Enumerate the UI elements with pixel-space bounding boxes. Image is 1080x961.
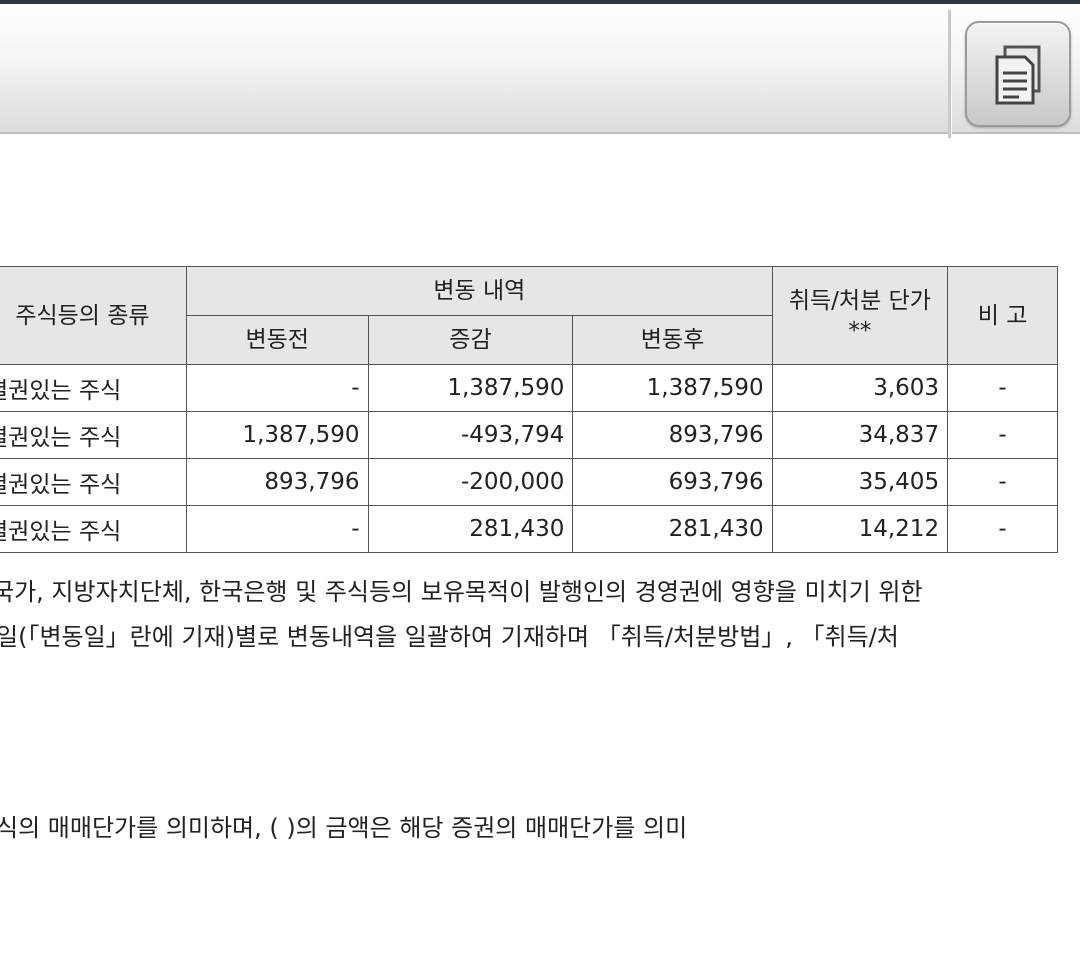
cell-remark: - bbox=[947, 411, 1058, 459]
table-row: 결권있는 주식 - 281,430 281,430 14,212 - bbox=[0, 505, 1058, 553]
cell-before: 1,387,590 bbox=[185, 411, 369, 459]
table-row: 결권있는 주식 - 1,387,590 1,387,590 3,603 - bbox=[0, 364, 1058, 412]
footnote-line-2: 일(「변동일」란에 기재)별로 변동내역을 일괄하여 기재하며 「취득/처분방법… bbox=[0, 623, 899, 651]
cell-change: 1,387,590 bbox=[367, 364, 574, 412]
document-copy-icon bbox=[995, 45, 1041, 105]
cell-change: 281,430 bbox=[367, 505, 574, 553]
cell-before: 893,796 bbox=[185, 458, 369, 506]
header-share-kind: 주식등의 종류 bbox=[0, 266, 187, 365]
cell-before: - bbox=[185, 364, 369, 412]
footnote-line-1: 국가, 지방자치단체, 한국은행 및 주식등의 보유목적이 발행인의 경영권에 … bbox=[0, 578, 923, 606]
top-toolbar bbox=[0, 0, 1080, 138]
cell-kind: 결권있는 주식 bbox=[0, 505, 187, 553]
header-before: 변동전 bbox=[185, 315, 369, 365]
header-after: 변동후 bbox=[572, 315, 773, 365]
cell-unit-price: 34,837 bbox=[771, 411, 949, 459]
share-change-table: 주식등의 종류 변동 내역 취득/처분 단가** 비 고 변동전 증감 변동후 … bbox=[0, 266, 1058, 553]
header-remark: 비 고 bbox=[947, 266, 1058, 365]
document-view-button[interactable] bbox=[965, 21, 1071, 127]
cell-before: - bbox=[185, 505, 369, 553]
cell-after: 281,430 bbox=[572, 505, 773, 553]
cell-kind: 결권있는 주식 bbox=[0, 411, 187, 459]
cell-unit-price: 35,405 bbox=[771, 458, 949, 506]
cell-remark: - bbox=[947, 505, 1058, 553]
table-row: 결권있는 주식 893,796 -200,000 693,796 35,405 … bbox=[0, 458, 1058, 506]
cell-kind: 결권있는 주식 bbox=[0, 364, 187, 412]
cell-change: -200,000 bbox=[367, 458, 574, 506]
cell-unit-price: 3,603 bbox=[771, 364, 949, 412]
header-unit-price: 취득/처분 단가** bbox=[771, 266, 949, 365]
cell-remark: - bbox=[947, 458, 1058, 506]
header-change-detail: 변동 내역 bbox=[185, 266, 773, 316]
cell-after: 893,796 bbox=[572, 411, 773, 459]
cell-unit-price: 14,212 bbox=[771, 505, 949, 553]
header-change: 증감 bbox=[367, 315, 574, 365]
toolbar-divider bbox=[948, 10, 952, 138]
table-row: 결권있는 주식 1,387,590 -493,794 893,796 34,83… bbox=[0, 411, 1058, 459]
cell-change: -493,794 bbox=[367, 411, 574, 459]
cell-after: 693,796 bbox=[572, 458, 773, 506]
cell-after: 1,387,590 bbox=[572, 364, 773, 412]
cell-kind: 결권있는 주식 bbox=[0, 458, 187, 506]
footnote-line-3: 식의 매매단가를 의미하며, ( )의 금액은 해당 증권의 매매단가를 의미 bbox=[0, 814, 688, 842]
cell-remark: - bbox=[947, 364, 1058, 412]
